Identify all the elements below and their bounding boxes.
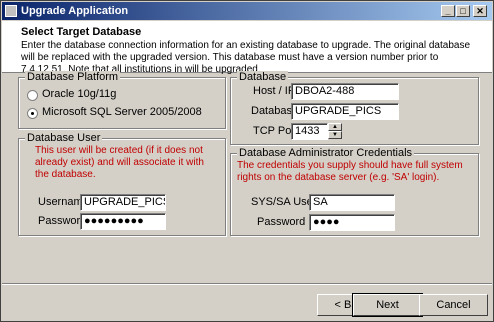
sa-password-input[interactable]: ●●●● bbox=[309, 214, 395, 231]
minimize-button[interactable]: _ bbox=[441, 5, 455, 17]
wizard-header: Select Target Database Enter the databas… bbox=[2, 21, 492, 75]
database-platform-legend: Database Platform bbox=[25, 71, 121, 83]
stepper-up-icon[interactable]: ▲ bbox=[328, 123, 342, 131]
admin-credentials-note: The credentials you supply should have f… bbox=[237, 160, 463, 183]
database-legend: Database bbox=[237, 71, 289, 83]
user-password-input[interactable]: ●●●●●●●●● bbox=[80, 213, 166, 230]
oracle-label[interactable]: Oracle 10g/11g bbox=[42, 88, 116, 100]
tcp-port-stepper[interactable]: ▲ ▼ bbox=[328, 123, 342, 140]
oracle-radio[interactable] bbox=[27, 90, 38, 101]
database-user-legend: Database User bbox=[25, 132, 103, 144]
page-title: Select Target Database bbox=[21, 26, 142, 38]
sa-user-label: SYS/SA User bbox=[251, 196, 317, 208]
sqlserver-label[interactable]: Microsoft SQL Server 2005/2008 bbox=[42, 106, 202, 118]
close-button[interactable]: ✕ bbox=[473, 5, 487, 17]
app-icon bbox=[5, 5, 17, 17]
tcp-port-input[interactable]: 1433 bbox=[291, 123, 328, 140]
host-label: Host / IP bbox=[253, 85, 296, 97]
database-group: Database Host / IP DBOA2-488 Database UP… bbox=[230, 71, 479, 145]
admin-credentials-legend: Database Administrator Credentials bbox=[237, 147, 415, 159]
database-platform-group: Database Platform Oracle 10g/11g Microso… bbox=[18, 71, 226, 129]
username-input[interactable]: UPGRADE_PICS bbox=[80, 194, 166, 211]
maximize-button[interactable]: □ bbox=[456, 5, 470, 17]
sa-password-label: Password bbox=[257, 216, 306, 228]
sa-user-input[interactable]: SA bbox=[309, 194, 395, 211]
host-input[interactable]: DBOA2-488 bbox=[291, 83, 399, 100]
database-user-group: Database User This user will be created … bbox=[18, 132, 226, 236]
upgrade-window: Upgrade Application _ □ ✕ Select Target … bbox=[0, 0, 494, 322]
window-title: Upgrade Application bbox=[21, 5, 129, 17]
stepper-down-icon[interactable]: ▼ bbox=[328, 131, 342, 139]
title-bar[interactable]: Upgrade Application _ □ ✕ bbox=[2, 2, 492, 20]
next-button[interactable]: Next bbox=[352, 293, 423, 317]
admin-credentials-group: Database Administrator Credentials The c… bbox=[230, 147, 479, 236]
database-user-note: This user will be created (if it does no… bbox=[35, 145, 204, 180]
cancel-button[interactable]: Cancel bbox=[419, 294, 488, 316]
sqlserver-radio[interactable] bbox=[27, 108, 38, 119]
database-name-input[interactable]: UPGRADE_PICS bbox=[291, 103, 399, 120]
footer-divider bbox=[2, 283, 492, 285]
